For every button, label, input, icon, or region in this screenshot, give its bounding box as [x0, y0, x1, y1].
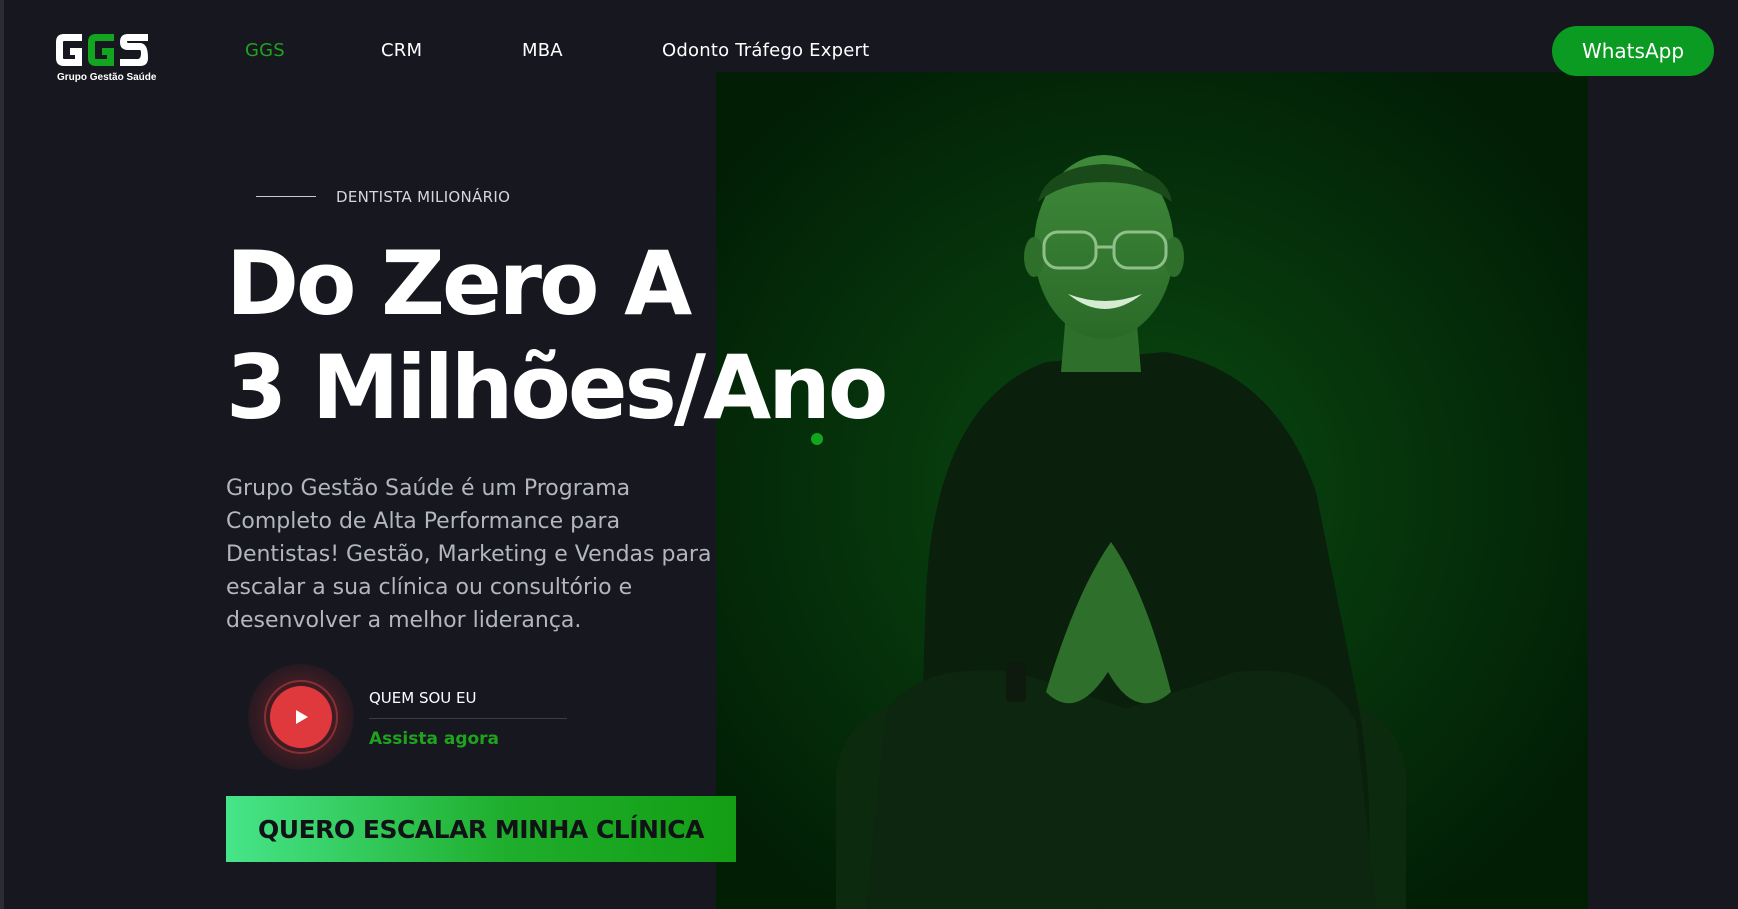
play-ring	[264, 680, 338, 754]
site-header: Grupo Gestão Saúde GGS CRM MBA Odonto Tr…	[0, 0, 1738, 104]
nav-item-crm[interactable]: CRM	[381, 40, 422, 61]
accent-dot	[811, 433, 823, 445]
logo-caption: Grupo Gestão Saúde	[57, 72, 157, 83]
cta-scale-clinic-button[interactable]: QUERO ESCALAR MINHA CLÍNICA	[226, 796, 736, 862]
hero-eyebrow: DENTISTA MILIONÁRIO	[336, 188, 511, 206]
video-play-button[interactable]	[248, 664, 354, 770]
play-circle	[270, 686, 332, 748]
watch-now-link[interactable]: Assista agora	[369, 729, 499, 749]
play-icon	[296, 710, 308, 724]
video-title: QUEM SOU EU	[369, 689, 477, 707]
brand-logo[interactable]: Grupo Gestão Saúde	[52, 28, 160, 88]
hero-portrait-image	[716, 72, 1588, 909]
nav-item-mba[interactable]: MBA	[522, 40, 563, 61]
headline-line-1: Do Zero A	[226, 232, 692, 335]
hero-headline: Do Zero A 3 Milhões/Ano	[226, 232, 888, 440]
window-edge	[0, 0, 4, 909]
eyebrow-divider	[256, 196, 316, 197]
landing-page: Grupo Gestão Saúde GGS CRM MBA Odonto Tr…	[0, 0, 1738, 909]
nav-item-ggs[interactable]: GGS	[245, 40, 285, 61]
nav-item-odonto-trafego-expert[interactable]: Odonto Tráfego Expert	[662, 40, 869, 61]
whatsapp-button[interactable]: WhatsApp	[1552, 26, 1714, 76]
headline-line-2: 3 Milhões/Ano	[226, 336, 888, 439]
hero-description: Grupo Gestão Saúde é um Programa Complet…	[226, 476, 712, 633]
video-divider	[369, 718, 567, 719]
logo-mark-icon	[56, 34, 148, 66]
